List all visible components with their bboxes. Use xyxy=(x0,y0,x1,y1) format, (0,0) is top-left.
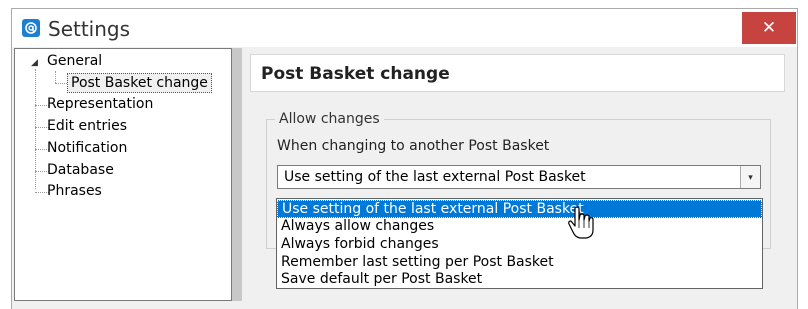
title-bar: Settings ✕ xyxy=(12,9,797,47)
window-title: Settings xyxy=(48,17,131,41)
hand-cursor-icon xyxy=(568,206,594,239)
dropdown-option-remember-last[interactable]: Remember last setting per Post Basket xyxy=(277,254,762,272)
tree-item-representation[interactable]: Representation xyxy=(47,96,153,112)
tree-item-phrases[interactable]: Phrases xyxy=(47,183,102,199)
settings-tree: ◢ General Post Basket change Representat… xyxy=(14,48,232,301)
chevron-down-icon[interactable]: ▾ xyxy=(740,166,760,188)
change-behaviour-select[interactable]: Use setting of the last external Post Ba… xyxy=(277,165,761,189)
dropdown-option-always-forbid[interactable]: Always forbid changes xyxy=(277,236,762,254)
group-legend: Allow changes xyxy=(275,111,384,127)
page-header: Post Basket change xyxy=(250,54,785,92)
select-dropdown-list: Use setting of the last external Post Ba… xyxy=(276,198,763,289)
at-sign-icon xyxy=(22,19,40,37)
tree-item-edit-entries[interactable]: Edit entries xyxy=(47,118,127,134)
select-value: Use setting of the last external Post Ba… xyxy=(284,169,586,185)
tree-item-post-basket-change[interactable]: Post Basket change xyxy=(67,73,212,93)
tree-item-notification[interactable]: Notification xyxy=(47,140,127,156)
splitter[interactable] xyxy=(232,48,242,301)
tree-item-general[interactable]: General xyxy=(47,53,102,69)
dropdown-option-always-allow[interactable]: Always allow changes xyxy=(277,218,762,236)
close-button[interactable]: ✕ xyxy=(742,12,796,44)
dropdown-option-last-external[interactable]: Use setting of the last external Post Ba… xyxy=(277,200,762,218)
change-behaviour-label: When changing to another Post Basket xyxy=(277,138,550,154)
tree-connector xyxy=(55,71,56,83)
collapse-triangle-icon[interactable]: ◢ xyxy=(31,57,38,68)
page-title: Post Basket change xyxy=(261,64,450,84)
tree-item-database[interactable]: Database xyxy=(47,162,114,178)
dropdown-option-save-default[interactable]: Save default per Post Basket xyxy=(277,271,762,289)
